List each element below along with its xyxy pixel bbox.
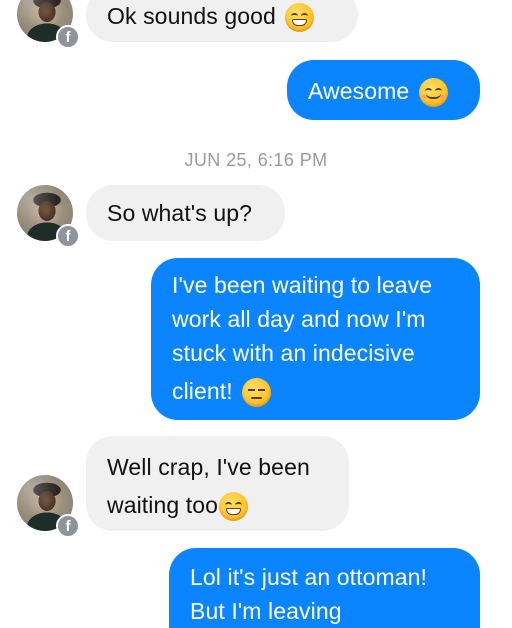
message-text: So what's up? [107, 200, 253, 226]
message-text-line: Well crap, I've been [107, 454, 310, 480]
outgoing-message-bubble[interactable]: Awesome [287, 60, 480, 120]
message-text-line: client! [172, 378, 233, 404]
incoming-message-bubble[interactable]: Ok sounds good [86, 0, 358, 42]
message-text-line: stuck with an indecisive [172, 340, 415, 366]
message-text-line: Lol it's just an ottoman! [190, 564, 428, 590]
message-text-line: But I'm leaving [190, 598, 342, 624]
expressionless-face-emoji-icon [242, 378, 272, 408]
message-text-line: I've been waiting to leave [172, 272, 433, 298]
facebook-badge-icon: f [56, 25, 80, 49]
grinning-face-emoji-icon [219, 492, 249, 522]
facebook-badge-icon: f [56, 514, 80, 538]
message-timestamp: JUN 25, 6:16 PM [184, 150, 328, 170]
message-text-line: work all day and now I'm [172, 306, 426, 332]
message-text-line: waiting too [107, 492, 219, 518]
outgoing-message-bubble[interactable]: I've been waiting to leave work all day … [151, 258, 480, 420]
incoming-message-bubble[interactable]: Well crap, I've been waiting too [86, 436, 349, 531]
facebook-badge-icon: f [56, 224, 80, 248]
outgoing-message-bubble[interactable]: Lol it's just an ottoman! But I'm leavin… [169, 548, 480, 628]
message-text: Awesome [308, 78, 410, 104]
smiling-face-emoji-icon [418, 78, 448, 108]
incoming-message-bubble[interactable]: So what's up? [86, 185, 285, 241]
grinning-face-emoji-icon [285, 3, 315, 33]
message-text: Ok sounds good [107, 3, 276, 29]
